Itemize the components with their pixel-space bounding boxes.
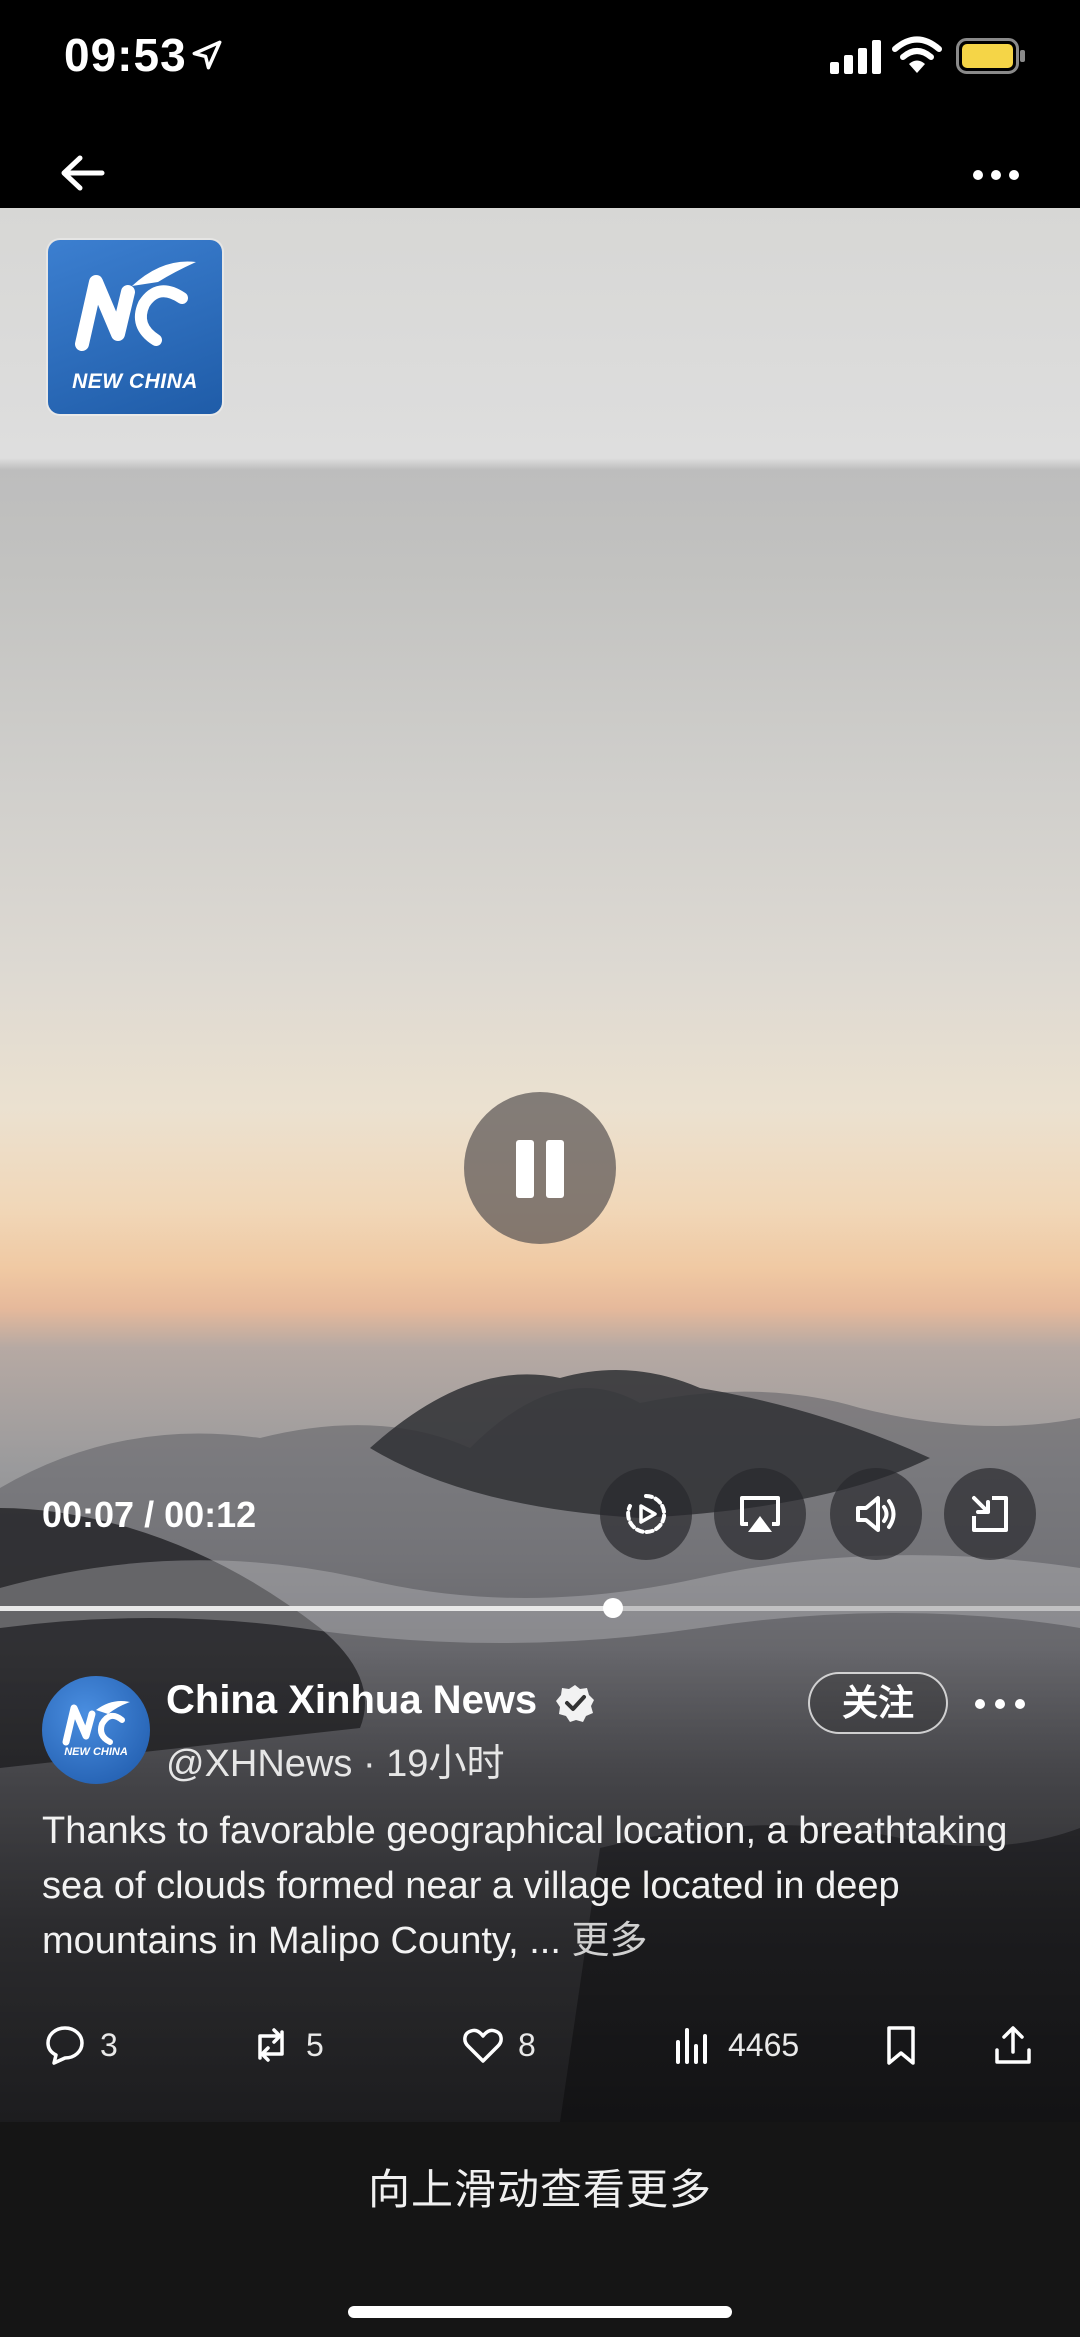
replay-icon xyxy=(626,1493,667,1534)
like-count: 8 xyxy=(518,2026,536,2063)
avatar-wordmark: NEW CHINA xyxy=(64,1746,128,1758)
nav-bar xyxy=(0,120,1080,210)
airplay-icon xyxy=(740,1496,780,1532)
volume-button[interactable] xyxy=(830,1468,922,1560)
more-options-icon[interactable] xyxy=(966,150,1026,200)
reply-count: 3 xyxy=(100,2026,118,2063)
repost-button[interactable]: 5 xyxy=(250,2020,324,2070)
location-arrow-icon xyxy=(192,40,222,70)
view-count: 4465 xyxy=(728,2026,800,2063)
bottom-bar: 向上滑动查看更多 xyxy=(0,2122,1080,2337)
reply-button[interactable]: 3 xyxy=(44,2020,118,2070)
wifi-icon xyxy=(892,36,942,73)
verified-badge-icon xyxy=(556,1685,594,1722)
post-card: NEW CHINA China Xinhua News @XHNews · 19… xyxy=(0,1640,1080,2120)
author-meta: @XHNews · 19小时 xyxy=(166,1732,504,1787)
bookmark-icon xyxy=(887,2026,915,2065)
post-time: 19小时 xyxy=(386,1743,505,1785)
nc-logo-mark-icon xyxy=(75,261,196,351)
post-actions: 3 5 8 4465 xyxy=(0,2010,1080,2080)
home-indicator[interactable] xyxy=(348,2306,732,2318)
author-handle[interactable]: @XHNews xyxy=(166,1743,352,1785)
follow-button[interactable]: 关注 xyxy=(808,1672,948,1734)
repost-icon xyxy=(258,2028,284,2062)
news-channel-logo: NEW CHINA xyxy=(48,240,222,414)
picture-in-picture-button[interactable] xyxy=(944,1468,1036,1560)
reply-icon xyxy=(46,2026,84,2065)
avatar-logo-icon xyxy=(62,1701,130,1746)
volume-icon xyxy=(856,1496,896,1532)
video-progress-bar[interactable] xyxy=(0,1598,1080,1618)
like-button[interactable]: 8 xyxy=(462,2020,536,2070)
status-time: 09:53 xyxy=(64,29,187,81)
swipe-up-hint[interactable]: 向上滑动查看更多 xyxy=(0,2156,1080,2217)
pause-icon-bar xyxy=(546,1140,564,1198)
repost-count: 5 xyxy=(306,2026,324,2063)
heart-icon xyxy=(463,2028,503,2063)
video-progress-fill xyxy=(0,1606,614,1611)
back-arrow-icon[interactable] xyxy=(52,148,112,198)
post-body: Thanks to favorable geographical locatio… xyxy=(42,1810,1008,1962)
status-bar: 09:53 xyxy=(0,0,1080,120)
meta-separator: · xyxy=(362,1743,376,1785)
airplay-button[interactable] xyxy=(714,1468,806,1560)
logo-wordmark: NEW CHINA xyxy=(72,370,198,393)
battery-icon xyxy=(956,38,1025,74)
author-display-name[interactable]: China Xinhua News xyxy=(166,1678,537,1723)
pause-button[interactable] xyxy=(464,1092,616,1244)
views-button[interactable]: 4465 xyxy=(672,2020,799,2070)
exit-fullscreen-icon xyxy=(972,1496,1008,1532)
share-button[interactable] xyxy=(992,2020,1034,2070)
screen: 09:53 NEW CHINA 00:07 / 00:12 NEW CHINA … xyxy=(0,0,1080,2337)
post-text[interactable]: Thanks to favorable geographical locatio… xyxy=(42,1804,1042,1969)
share-icon xyxy=(995,2026,1031,2064)
cellular-signal-icon xyxy=(830,40,881,74)
views-chart-icon xyxy=(676,2028,707,2064)
show-more-link[interactable]: 更多 xyxy=(571,1920,647,1962)
pause-icon xyxy=(516,1140,534,1198)
avatar[interactable]: NEW CHINA xyxy=(42,1676,150,1784)
bookmark-button[interactable] xyxy=(880,2020,922,2070)
replay-button[interactable] xyxy=(600,1468,692,1560)
post-more-options-icon[interactable] xyxy=(970,1684,1030,1724)
video-time-readout: 00:07 / 00:12 xyxy=(42,1494,257,1535)
